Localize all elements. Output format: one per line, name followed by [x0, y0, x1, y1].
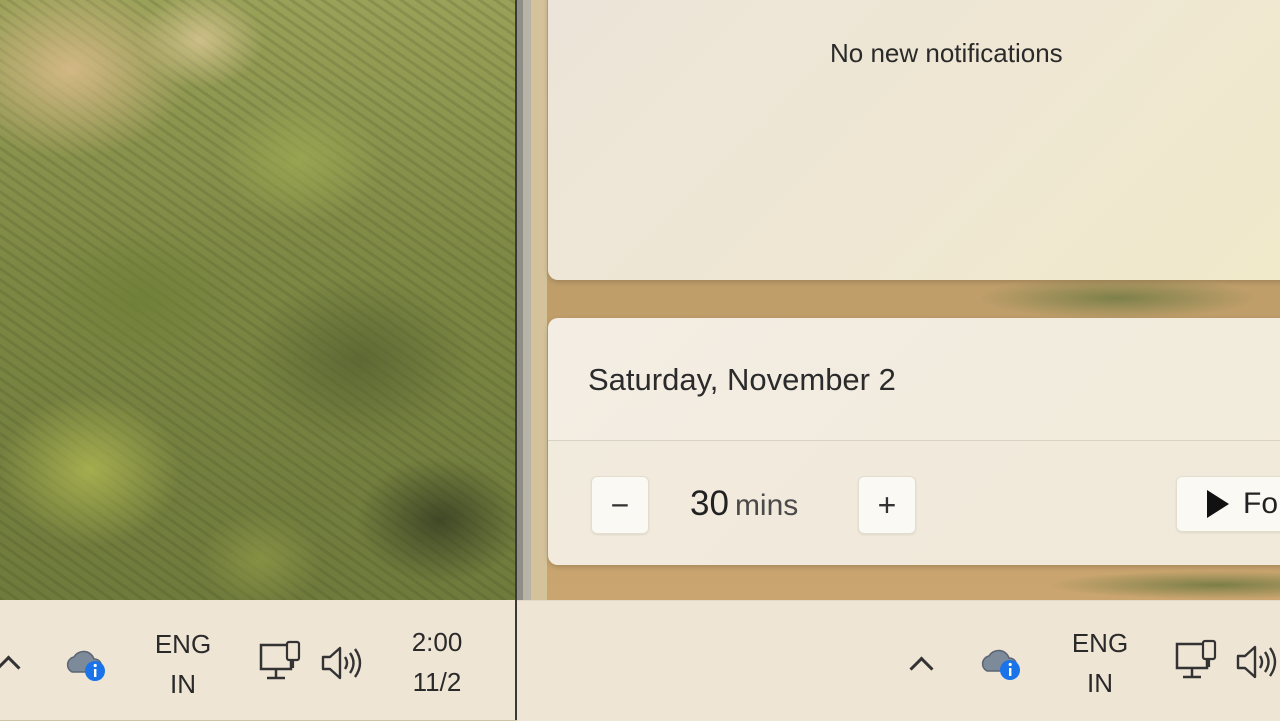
play-icon — [1207, 490, 1229, 518]
language-code: ENG — [154, 629, 212, 659]
language-indicator[interactable]: ENG IN — [148, 624, 218, 704]
calendar-date-header[interactable]: Saturday, November 2 — [588, 362, 896, 398]
focus-decrease-button[interactable]: − — [591, 476, 649, 534]
onedrive-info-icon[interactable] — [979, 645, 1023, 681]
no-notifications-text: No new notifications — [830, 38, 1063, 68]
focus-duration: 30 mins — [690, 484, 798, 524]
clock-time: 2:00 — [411, 627, 463, 657]
screen-divider — [515, 0, 517, 720]
taskbar-clock[interactable]: 2:00 11/2 — [397, 622, 477, 702]
start-focus-label: Fo — [1243, 487, 1279, 520]
volume-icon[interactable] — [320, 644, 366, 682]
focus-minutes-value: 30 — [690, 484, 729, 523]
taskbar-left: ENG IN 2:00 11/2 — [0, 600, 515, 720]
chevron-up-icon[interactable] — [909, 656, 934, 681]
focus-minutes-unit: mins — [734, 489, 799, 522]
taskbar-right: ENG IN — [517, 600, 1280, 721]
chevron-up-icon[interactable] — [0, 655, 21, 680]
language-region: IN — [1087, 668, 1113, 698]
start-focus-button[interactable]: Fo — [1176, 476, 1280, 532]
wallpaper-left-foliage — [0, 0, 515, 600]
language-code: ENG — [1071, 628, 1129, 658]
clock-date: 11/2 — [412, 667, 462, 697]
volume-icon[interactable] — [1235, 643, 1280, 681]
network-icon[interactable] — [258, 640, 304, 686]
language-region: IN — [170, 669, 196, 699]
focus-increase-button[interactable]: + — [858, 476, 916, 534]
onedrive-info-icon[interactable] — [64, 646, 108, 682]
language-indicator[interactable]: ENG IN — [1064, 623, 1136, 703]
calendar-panel: Saturday, November 2 − 30 mins + Fo — [548, 318, 1280, 565]
network-icon[interactable] — [1174, 639, 1220, 685]
minus-icon: − — [610, 486, 630, 523]
plus-icon: + — [877, 486, 897, 523]
